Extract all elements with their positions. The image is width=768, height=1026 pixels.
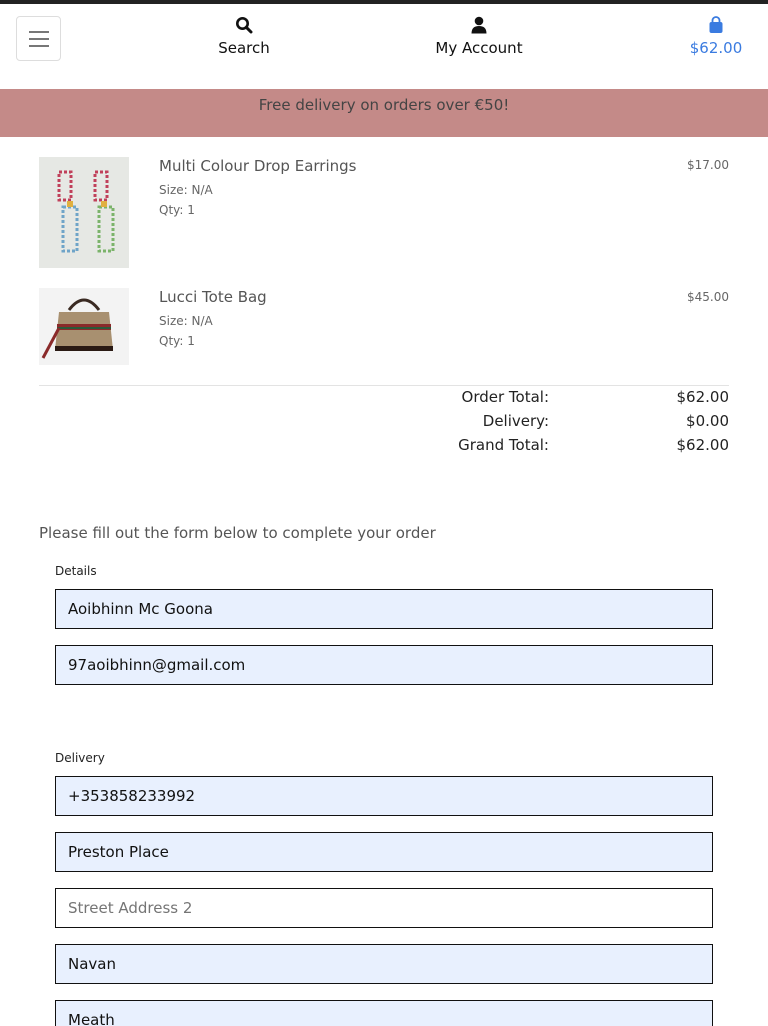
grand-total-row: Grand Total: $62.00 bbox=[39, 436, 729, 460]
search-nav-button[interactable]: Search bbox=[204, 16, 284, 58]
street-address-2-input[interactable] bbox=[55, 888, 713, 928]
town-or-city-input[interactable] bbox=[55, 944, 713, 984]
bag-total: $62.00 bbox=[689, 39, 743, 57]
cart-item-size: Size: N/A bbox=[159, 183, 213, 197]
email-input[interactable] bbox=[55, 645, 713, 685]
cart-item-price: $45.00 bbox=[687, 290, 729, 304]
order-total-label: Order Total: bbox=[461, 388, 549, 406]
menu-toggle-button[interactable] bbox=[16, 16, 61, 61]
cart-item-size: Size: N/A bbox=[159, 314, 213, 328]
phone-number-input[interactable] bbox=[55, 776, 713, 816]
my-account-label: My Account bbox=[435, 39, 523, 57]
search-icon bbox=[204, 16, 284, 38]
user-icon bbox=[428, 16, 530, 38]
cart-item-price: $17.00 bbox=[687, 158, 729, 172]
order-total-row: Order Total: $62.00 bbox=[39, 388, 729, 412]
grand-total-label: Grand Total: bbox=[458, 436, 549, 454]
shopping-bag-button[interactable]: $62.00 bbox=[680, 16, 752, 58]
delivery-label: Delivery: bbox=[482, 412, 549, 430]
cart-item-qty: Qty: 1 bbox=[159, 203, 195, 217]
order-total-value: $62.00 bbox=[676, 388, 730, 406]
shopping-bag-icon bbox=[680, 16, 752, 38]
grand-total-value: $62.00 bbox=[676, 436, 730, 454]
county-input[interactable] bbox=[55, 1000, 713, 1026]
delivery-value: $0.00 bbox=[686, 412, 729, 430]
delivery-legend: Delivery bbox=[55, 751, 105, 765]
form-instructions: Please fill out the form below to comple… bbox=[39, 524, 436, 542]
cart-item: Lucci Tote Bag Size: N/A Qty: 1 $45.00 bbox=[39, 288, 729, 365]
street-address-1-input[interactable] bbox=[55, 832, 713, 872]
full-name-input[interactable] bbox=[55, 589, 713, 629]
menu-icon-bar bbox=[29, 31, 49, 33]
search-label: Search bbox=[218, 39, 270, 57]
banner-text: Free delivery on orders over €50! bbox=[258, 96, 510, 114]
cart-divider bbox=[39, 385, 729, 386]
my-account-nav-button[interactable]: My Account bbox=[428, 16, 530, 58]
cart-item-qty: Qty: 1 bbox=[159, 334, 195, 348]
site-header: Search My Account $62.00 bbox=[0, 4, 768, 89]
order-totals: Order Total: $62.00 Delivery: $0.00 Gran… bbox=[39, 388, 729, 460]
product-image-earrings[interactable] bbox=[39, 157, 129, 268]
details-legend: Details bbox=[55, 564, 97, 578]
delivery-row: Delivery: $0.00 bbox=[39, 412, 729, 436]
free-delivery-banner: Free delivery on orders over €50! bbox=[0, 89, 768, 137]
cart-item-name: Multi Colour Drop Earrings bbox=[159, 157, 357, 175]
cart-item: Multi Colour Drop Earrings Size: N/A Qty… bbox=[39, 157, 729, 268]
menu-icon-bar bbox=[29, 45, 49, 47]
cart-item-name: Lucci Tote Bag bbox=[159, 288, 267, 306]
menu-icon-bar bbox=[29, 38, 49, 40]
product-image-tote-bag[interactable] bbox=[39, 288, 129, 365]
